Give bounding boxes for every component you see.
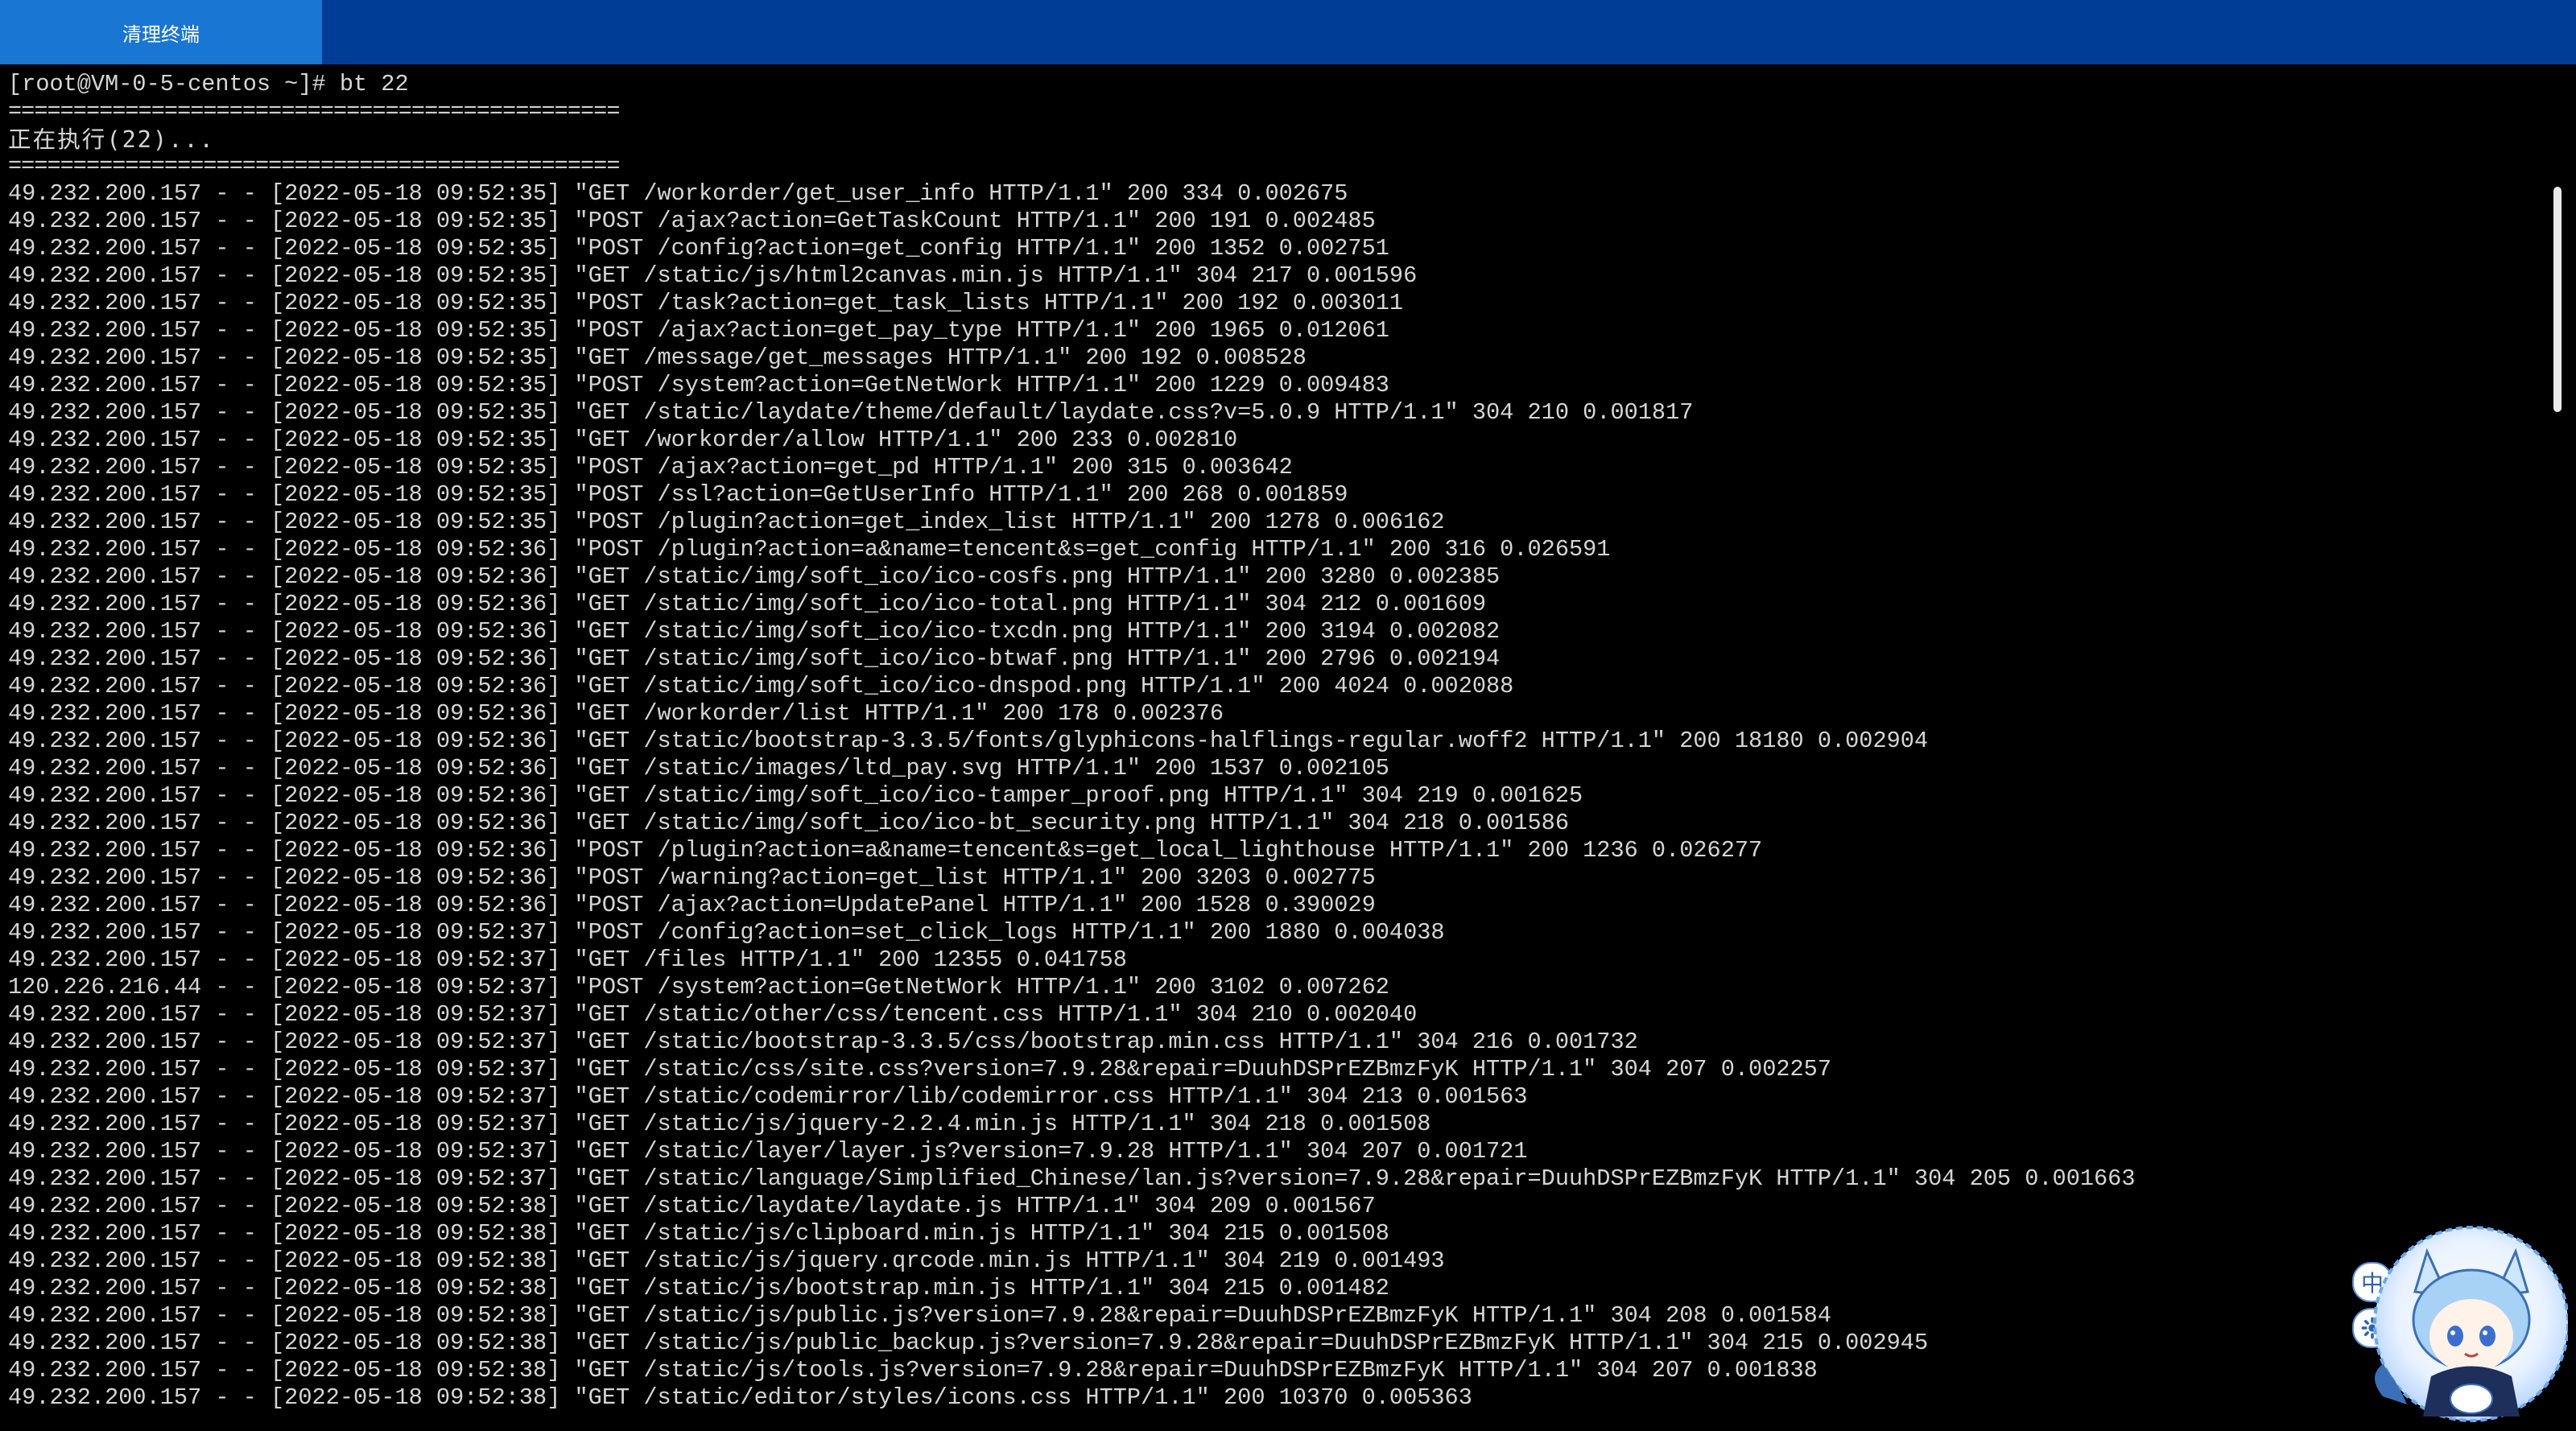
log-line: 49.232.200.157 - - [2022-05-18 09:52:36]… xyxy=(8,563,1501,590)
log-line: 49.232.200.157 - - [2022-05-18 09:52:35]… xyxy=(8,454,1293,480)
log-line: 49.232.200.157 - - [2022-05-18 09:52:37]… xyxy=(8,1083,1528,1110)
status-line: 正在执行(22)... xyxy=(8,126,215,153)
log-line: 49.232.200.157 - - [2022-05-18 09:52:35]… xyxy=(8,481,1348,508)
log-line: 49.232.200.157 - - [2022-05-18 09:52:35]… xyxy=(8,180,1348,207)
log-line: 49.232.200.157 - - [2022-05-18 09:52:38]… xyxy=(8,1220,1389,1247)
log-line: 49.232.200.157 - - [2022-05-18 09:52:38]… xyxy=(8,1330,1929,1356)
terminal-output[interactable]: [root@VM-0-5-centos ~]# bt 22 ==========… xyxy=(0,64,2536,1431)
log-line: 49.232.200.157 - - [2022-05-18 09:52:36]… xyxy=(8,700,1224,727)
log-line: 49.232.200.157 - - [2022-05-18 09:52:36]… xyxy=(8,755,1389,781)
log-line: 49.232.200.157 - - [2022-05-18 09:52:36]… xyxy=(8,892,1376,918)
log-line: 49.232.200.157 - - [2022-05-18 09:52:37]… xyxy=(8,1029,1638,1055)
log-line: 49.232.200.157 - - [2022-05-18 09:52:36]… xyxy=(8,837,1763,864)
log-line: 49.232.200.157 - - [2022-05-18 09:52:36]… xyxy=(8,810,1569,836)
separator-line: ========================================… xyxy=(8,98,620,125)
log-line: 49.232.200.157 - - [2022-05-18 09:52:35]… xyxy=(8,290,1404,316)
log-line: 49.232.200.157 - - [2022-05-18 09:52:38]… xyxy=(8,1247,1445,1274)
terminal-lines: [root@VM-0-5-centos ~]# bt 22 ==========… xyxy=(0,64,2536,1412)
log-line: 120.226.216.44 - - [2022-05-18 09:52:37]… xyxy=(8,974,1389,1000)
log-line: 49.232.200.157 - - [2022-05-18 09:52:36]… xyxy=(8,728,1929,754)
log-line: 49.232.200.157 - - [2022-05-18 09:52:36]… xyxy=(8,673,1514,699)
log-line: 49.232.200.157 - - [2022-05-18 09:52:36]… xyxy=(8,645,1501,672)
log-line: 49.232.200.157 - - [2022-05-18 09:52:35]… xyxy=(8,317,1389,344)
log-line: 49.232.200.157 - - [2022-05-18 09:52:37]… xyxy=(8,1165,2136,1192)
log-line: 49.232.200.157 - - [2022-05-18 09:52:37]… xyxy=(8,1111,1431,1137)
log-line: 49.232.200.157 - - [2022-05-18 09:52:38]… xyxy=(8,1275,1389,1301)
prompt-line: [root@VM-0-5-centos ~]# bt 22 xyxy=(8,71,409,97)
log-line: 49.232.200.157 - - [2022-05-18 09:52:35]… xyxy=(8,208,1376,234)
log-line: 49.232.200.157 - - [2022-05-18 09:52:35]… xyxy=(8,372,1389,398)
log-line: 49.232.200.157 - - [2022-05-18 09:52:37]… xyxy=(8,919,1445,946)
log-lines: 49.232.200.157 - - [2022-05-18 09:52:35]… xyxy=(8,180,2536,1412)
top-tab-bar: 清理终端 xyxy=(0,0,2576,64)
log-line: 49.232.200.157 - - [2022-05-18 09:52:37]… xyxy=(8,1056,1831,1083)
terminal-scrollbar[interactable] xyxy=(2553,187,2562,412)
log-line: 49.232.200.157 - - [2022-05-18 09:52:38]… xyxy=(8,1384,1472,1411)
log-line: 49.232.200.157 - - [2022-05-18 09:52:37]… xyxy=(8,946,1127,973)
log-line: 49.232.200.157 - - [2022-05-18 09:52:35]… xyxy=(8,344,1307,371)
log-line: 49.232.200.157 - - [2022-05-18 09:52:36]… xyxy=(8,618,1501,645)
log-line: 49.232.200.157 - - [2022-05-18 09:52:35]… xyxy=(8,427,1238,453)
log-line: 49.232.200.157 - - [2022-05-18 09:52:36]… xyxy=(8,536,1611,563)
log-line: 49.232.200.157 - - [2022-05-18 09:52:35]… xyxy=(8,509,1445,535)
log-line: 49.232.200.157 - - [2022-05-18 09:52:37]… xyxy=(8,1001,1418,1028)
separator-line: ========================================… xyxy=(8,153,620,179)
anime-cat-ear-mascot[interactable] xyxy=(2351,1215,2568,1429)
log-line: 49.232.200.157 - - [2022-05-18 09:52:38]… xyxy=(8,1193,1376,1219)
log-line: 49.232.200.157 - - [2022-05-18 09:52:38]… xyxy=(8,1302,1831,1329)
log-line: 49.232.200.157 - - [2022-05-18 09:52:36]… xyxy=(8,864,1376,891)
log-line: 49.232.200.157 - - [2022-05-18 09:52:35]… xyxy=(8,399,1694,426)
log-line: 49.232.200.157 - - [2022-05-18 09:52:37]… xyxy=(8,1138,1528,1165)
log-line: 49.232.200.157 - - [2022-05-18 09:52:35]… xyxy=(8,235,1389,262)
tab-clear-terminal[interactable]: 清理终端 xyxy=(0,0,322,64)
log-line: 49.232.200.157 - - [2022-05-18 09:52:38]… xyxy=(8,1357,1818,1384)
log-line: 49.232.200.157 - - [2022-05-18 09:52:35]… xyxy=(8,262,1418,289)
log-line: 49.232.200.157 - - [2022-05-18 09:52:36]… xyxy=(8,591,1487,617)
log-line: 49.232.200.157 - - [2022-05-18 09:52:36]… xyxy=(8,782,1583,809)
